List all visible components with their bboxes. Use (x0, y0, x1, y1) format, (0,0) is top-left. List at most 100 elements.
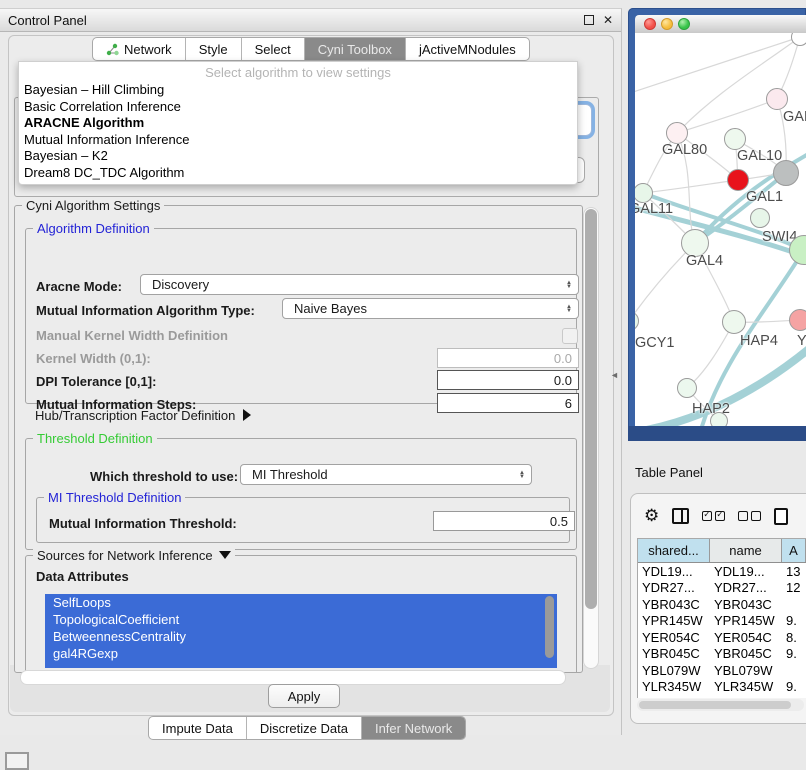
algorithm-definition-title: Algorithm Definition (33, 221, 154, 236)
table-header-row: shared... name A (638, 539, 806, 563)
network-node[interactable] (773, 160, 799, 186)
collapse-down-icon[interactable] (219, 551, 231, 559)
column-header-partial[interactable]: A (782, 539, 806, 562)
mi-algorithm-type-label: Mutual Information Algorithm Type: (36, 303, 255, 318)
tab-infer-network[interactable]: Infer Network (362, 717, 465, 739)
settings-hscrollbar[interactable] (20, 670, 566, 685)
deselect-all-icon[interactable] (738, 511, 761, 521)
table-row[interactable]: YDL19... YDL19... 13 (638, 563, 806, 580)
sources-group-title: Sources for Network Inference (33, 548, 235, 563)
bottom-grip-icon[interactable] (5, 752, 29, 770)
table-row[interactable]: YBR045C YBR045C 9. (638, 646, 806, 663)
table-row[interactable]: YIL053C YIL053C 9 (638, 695, 806, 698)
network-node-swi4[interactable] (750, 208, 770, 228)
attr-list-scrollbar[interactable] (545, 596, 554, 658)
dropdown-item[interactable]: Basic Correlation Inference (19, 99, 577, 116)
split-columns-icon[interactable] (672, 508, 689, 524)
table-hscrollbar-thumb[interactable] (639, 701, 791, 709)
table-row[interactable]: YER054C YER054C 8. (638, 629, 806, 646)
network-node-gal80[interactable] (666, 122, 688, 144)
apply-button[interactable]: Apply (268, 684, 340, 708)
attribute-list-item[interactable]: BetweennessCentrality (45, 628, 557, 645)
select-all-checked-icon[interactable] (702, 511, 725, 521)
control-panel-tabs: Network Style Select Cyni Toolbox jActiv… (92, 37, 530, 61)
attr-items: SelfLoops TopologicalCoefficient Between… (45, 594, 557, 662)
dropdown-item[interactable]: Bayesian – K2 (19, 148, 577, 165)
network-node-gal[interactable] (766, 88, 788, 110)
network-canvas[interactable]: GALGAL80GAL10GAL1GAL11SWI4GAL4YHAP4GCY1H… (635, 33, 806, 426)
dpi-tolerance-input[interactable]: 0.0 (437, 370, 579, 390)
dropdown-item[interactable]: Bayesian – Hill Climbing (19, 82, 577, 99)
network-node-label: HAP4 (740, 333, 778, 349)
network-node-label: GAL (783, 109, 806, 125)
close-icon[interactable]: ✕ (603, 14, 613, 26)
tab-impute-data[interactable]: Impute Data (149, 717, 247, 739)
minimize-traffic-light-icon[interactable] (661, 18, 673, 30)
which-threshold-combo[interactable]: MI Threshold ▲▼ (240, 464, 532, 485)
mi-threshold-title: MI Threshold Definition (44, 490, 185, 505)
manual-kernel-label: Manual Kernel Width Definition (36, 328, 228, 343)
data-attributes-label: Data Attributes (36, 569, 129, 584)
cyni-mode-tabs: Impute Data Discretize Data Infer Networ… (148, 716, 466, 740)
manual-kernel-checkbox[interactable] (562, 328, 578, 344)
network-node-label: Y (797, 333, 806, 349)
tab-select[interactable]: Select (242, 38, 305, 60)
tab-network[interactable]: Network (93, 38, 186, 60)
table-body: YDL19... YDL19... 13 YDR27... YDR27... 1… (638, 563, 806, 698)
kernel-width-input[interactable]: 0.0 (437, 348, 579, 368)
tab-style[interactable]: Style (186, 38, 242, 60)
threshold-definition-title: Threshold Definition (33, 431, 157, 446)
network-window-titlebar[interactable] (635, 15, 806, 33)
which-threshold-label: Which threshold to use: (90, 469, 238, 484)
network-node-hap2[interactable] (677, 378, 697, 398)
network-node-gal10[interactable] (724, 128, 746, 150)
column-header-shared-name[interactable]: shared... (638, 539, 710, 562)
cyni-algorithm-settings-group: Cyni Algorithm Settings Algorithm Defini… (14, 205, 583, 673)
tab-jactivemnodules[interactable]: jActiveMNodules (406, 38, 529, 60)
settings-gear-icon[interactable]: ⚙ (644, 506, 659, 526)
close-traffic-light-icon[interactable] (644, 18, 656, 30)
network-node-y[interactable] (789, 309, 806, 331)
network-node-label: GAL4 (686, 253, 723, 269)
mouse-cursor: ◄ (610, 370, 622, 380)
mutual-info-threshold-label: Mutual Information Threshold: (49, 516, 237, 531)
dropdown-item[interactable]: Mutual Information Inference (19, 132, 577, 149)
zoom-traffic-light-icon[interactable] (678, 18, 690, 30)
settings-scrollbar-thumb[interactable] (585, 209, 597, 609)
network-node-label: GAL1 (746, 189, 783, 205)
network-node[interactable] (710, 412, 728, 426)
table-row[interactable]: YPR145W YPR145W 9. (638, 613, 806, 630)
table-row[interactable]: YBR043C YBR043C (638, 596, 806, 613)
mi-steps-input[interactable]: 6 (437, 393, 579, 413)
float-window-icon[interactable] (584, 15, 594, 25)
network-window-bottom-frame (628, 426, 806, 441)
table-toolbar: ⚙ (644, 503, 804, 529)
new-document-icon[interactable] (774, 508, 788, 525)
aracne-mode-label: Aracne Mode: (36, 279, 122, 294)
network-node-hap4[interactable] (722, 310, 746, 334)
table-row[interactable]: YDR27... YDR27... 12 (638, 580, 806, 597)
mutual-info-threshold-input[interactable]: 0.5 (433, 511, 575, 531)
network-node-gal1[interactable] (727, 169, 749, 191)
tab-discretize-data[interactable]: Discretize Data (247, 717, 362, 739)
table-panel-title: Table Panel (635, 465, 703, 480)
stepper-icon: ▲▼ (513, 471, 531, 479)
dropdown-item[interactable]: ARACNE Algorithm (19, 115, 577, 132)
kernel-width-label: Kernel Width (0,1): (36, 351, 151, 366)
table-row[interactable]: YLR345W YLR345W 9. (638, 679, 806, 696)
tab-cyni-toolbox[interactable]: Cyni Toolbox (305, 38, 406, 60)
dropdown-item[interactable]: Dream8 DC_TDC Algorithm (19, 165, 577, 182)
attribute-list-item[interactable]: SelfLoops (45, 594, 557, 611)
hub-definition-section[interactable]: Hub/Transcription Factor Definition (35, 408, 251, 423)
attribute-list-item[interactable]: gal4RGexp (45, 645, 557, 662)
mi-algorithm-type-combo[interactable]: Naive Bayes ▲▼ (282, 298, 579, 319)
attribute-list-item[interactable]: TopologicalCoefficient (45, 611, 557, 628)
data-attributes-list[interactable]: SelfLoops TopologicalCoefficient Between… (45, 594, 557, 668)
aracne-mode-combo[interactable]: Discovery ▲▼ (140, 274, 579, 295)
table-row[interactable]: YBL079W YBL079W (638, 662, 806, 679)
dpi-tolerance-label: DPI Tolerance [0,1]: (36, 374, 156, 389)
column-header-name[interactable]: name (710, 539, 782, 562)
dropdown-placeholder: Select algorithm to view settings (19, 64, 577, 82)
expand-right-icon[interactable] (243, 409, 251, 421)
dropdown-item-list: Bayesian – Hill Climbing Basic Correlati… (19, 82, 577, 181)
